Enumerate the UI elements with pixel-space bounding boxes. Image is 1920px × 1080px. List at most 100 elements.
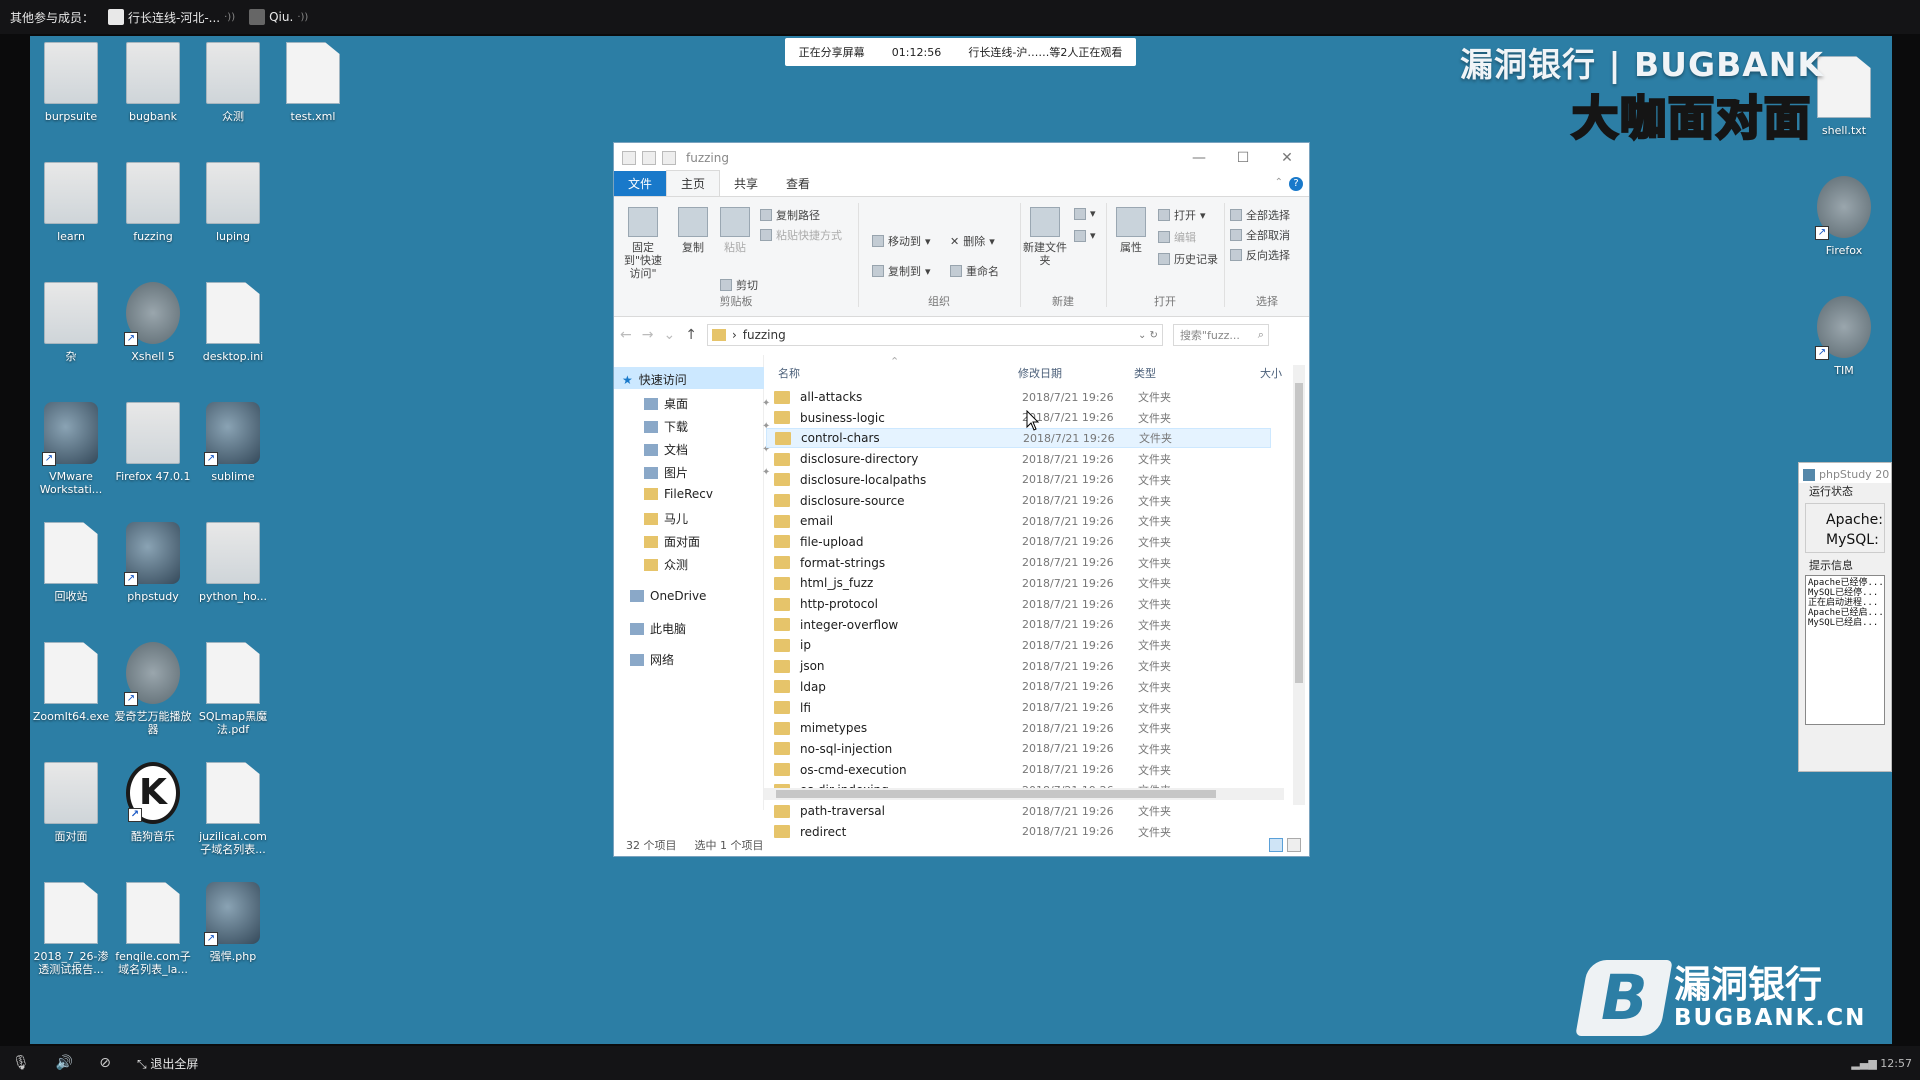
up-arrow-icon[interactable]: ↑ — [685, 327, 697, 343]
desktop-icon-item[interactable]: Firefox 47.0.1 — [114, 402, 192, 483]
nav-zhongce[interactable]: 众测 — [644, 556, 688, 573]
scroll-thumb[interactable] — [1295, 383, 1303, 683]
desktop-icon-item[interactable]: ↗ TIM — [1805, 296, 1883, 377]
file-row[interactable]: html_js_fuzz 2018/7/21 19:26 文件夹 — [766, 573, 1271, 593]
file-row[interactable]: http-protocol 2018/7/21 19:26 文件夹 — [766, 594, 1271, 614]
nav-filerecv[interactable]: FileRecv — [644, 487, 713, 501]
file-row[interactable]: no-sql-injection 2018/7/21 19:26 文件夹 — [766, 739, 1271, 759]
desktop-icon-item[interactable]: 面对面 — [32, 762, 110, 843]
chevron-down-icon[interactable]: ⌄ ↻ — [1138, 330, 1162, 341]
horizontal-scrollbar[interactable] — [764, 788, 1284, 800]
desktop-icon-item[interactable]: ZoomIt64.exe — [32, 642, 110, 723]
file-row[interactable]: disclosure-directory 2018/7/21 19:26 文件夹 — [766, 449, 1271, 469]
tab-file[interactable]: 文件 — [614, 171, 667, 196]
scroll-thumb[interactable] — [776, 790, 1216, 798]
desktop-icon-item[interactable]: python_ho... — [194, 522, 272, 603]
file-row[interactable]: json 2018/7/21 19:26 文件夹 — [766, 656, 1271, 676]
nav-downloads[interactable]: 下载 ✦ — [644, 418, 770, 435]
file-row[interactable]: email 2018/7/21 19:26 文件夹 — [766, 511, 1271, 531]
chevron-up-icon[interactable]: ⌃ — [1275, 177, 1283, 188]
desktop-icon-item[interactable]: ↗ Xshell 5 — [114, 282, 192, 363]
desktop-icon-item[interactable]: 杂 — [32, 282, 110, 363]
desktop-icon-item[interactable]: bugbank — [114, 42, 192, 123]
address-input[interactable]: › fuzzing ⌄ ↻ — [706, 324, 1163, 346]
vertical-scrollbar[interactable] — [1293, 365, 1305, 805]
explorer-titlebar[interactable]: fuzzing — ☐ ✕ — [614, 143, 1309, 173]
tab-share[interactable]: 共享 — [720, 171, 772, 196]
phpstudy-titlebar[interactable]: phpStudy 20 — [1799, 463, 1891, 483]
forward-arrow-icon[interactable]: → — [642, 327, 654, 343]
member-item[interactable]: Qiu. ·)) — [249, 9, 308, 25]
desktop-icon-item[interactable]: learn — [32, 162, 110, 243]
file-row[interactable]: file-upload 2018/7/21 19:26 文件夹 — [766, 532, 1271, 552]
desktop-icon-item[interactable]: 众测 — [194, 42, 272, 123]
desktop-icon-item[interactable]: fuzzing — [114, 162, 192, 243]
file-row[interactable]: business-logic 2018/7/21 19:26 文件夹 — [766, 408, 1271, 428]
desktop-icon-item[interactable]: 2018_7_26-渗透测试报告... — [32, 882, 110, 976]
desktop-icon-item[interactable]: K ↗ 酷狗音乐 — [114, 762, 192, 843]
desktop-icon-item[interactable]: ↗ 爱奇艺万能播放器 — [114, 642, 192, 736]
column-header-name[interactable]: 名称 — [778, 365, 800, 381]
column-header-size[interactable]: 大小 — [1260, 365, 1282, 381]
desktop-icon-item[interactable]: ↗ sublime — [194, 402, 272, 483]
large-icons-view-icon[interactable] — [1287, 838, 1301, 852]
nav-mianduimian[interactable]: 面对面 — [644, 533, 700, 550]
desktop-icon-item[interactable]: burpsuite — [32, 42, 110, 123]
desktop-icon-item[interactable]: ↗ VMware Workstati... — [32, 402, 110, 496]
desktop-icon-item[interactable]: fenqile.com子域名列表_la... — [114, 882, 192, 976]
nav-desktop[interactable]: 桌面 ✦ — [644, 395, 770, 412]
nav-this-pc[interactable]: 此电脑 — [630, 620, 686, 637]
file-row[interactable]: disclosure-localpaths 2018/7/21 19:26 文件夹 — [766, 470, 1271, 490]
desktop-icon-item[interactable]: test.xml — [274, 42, 352, 123]
desktop-icon-item[interactable]: desktop.ini — [194, 282, 272, 363]
desktop-icon-item[interactable]: 回收站 — [32, 522, 110, 603]
exit-fullscreen-button[interactable]: ⤡ 退出全屏 — [137, 1055, 198, 1072]
desktop-icon-item[interactable]: juzilicai.com子域名列表... — [194, 762, 272, 856]
new-folder-quick-icon[interactable] — [662, 151, 676, 165]
nav-network[interactable]: 网络 — [630, 651, 674, 668]
search-input[interactable]: 搜索"fuzz... ⌕ — [1172, 324, 1269, 346]
desktop-icon-item[interactable]: luping — [194, 162, 272, 243]
minimize-button[interactable]: — — [1177, 150, 1221, 166]
desktop-icon-item[interactable]: ↗ Firefox — [1805, 176, 1883, 257]
file-explorer-window[interactable]: fuzzing — ☐ ✕ 文件 主页 共享 查看 ⌃ ? 固定到"快速访问" … — [613, 142, 1310, 857]
file-row[interactable]: disclosure-source 2018/7/21 19:26 文件夹 — [766, 491, 1271, 511]
nav-documents[interactable]: 文档 ✦ — [644, 441, 770, 458]
camera-off-icon[interactable]: ⊘ — [99, 1055, 111, 1071]
phpstudy-window[interactable]: phpStudy 20 运行状态 Apache: MySQL: 提示信息 Apa… — [1798, 462, 1892, 772]
breadcrumb-fuzzing[interactable]: fuzzing — [743, 328, 786, 342]
file-row[interactable]: path-traversal 2018/7/21 19:26 文件夹 — [766, 801, 1271, 821]
recent-chevron-icon[interactable]: ⌄ — [663, 327, 675, 343]
nav-onedrive[interactable]: OneDrive — [630, 589, 706, 603]
tab-view[interactable]: 查看 — [772, 171, 824, 196]
microphone-off-icon[interactable]: 🎙 — [12, 1055, 30, 1071]
column-header-type[interactable]: 类型 — [1134, 365, 1156, 381]
log-textbox[interactable]: Apache已经停... MySQL已经停... 正在启动进程... Apach… — [1805, 575, 1885, 725]
nav-quick-access[interactable]: ★ 快速访问 — [622, 371, 687, 388]
file-row[interactable]: control-chars 2018/7/21 19:26 文件夹 — [766, 428, 1271, 449]
screen-share-status[interactable]: 正在分享屏幕 01:12:56 行长连线-沪……等2人正在观看 — [785, 38, 1136, 66]
file-row[interactable]: format-strings 2018/7/21 19:26 文件夹 — [766, 553, 1271, 573]
back-arrow-icon[interactable]: ← — [620, 327, 632, 343]
details-view-icon[interactable] — [1269, 838, 1283, 852]
file-row[interactable]: all-attacks 2018/7/21 19:26 文件夹 — [766, 387, 1271, 407]
column-header-date[interactable]: 修改日期 — [1018, 365, 1062, 381]
desktop-icon-item[interactable]: SQLmap黑魔法.pdf — [194, 642, 272, 736]
properties-quick-icon[interactable] — [642, 151, 656, 165]
nav-pictures[interactable]: 图片 ✦ — [644, 464, 770, 481]
desktop-icon-item[interactable]: ↗ 强悍.php — [194, 882, 272, 963]
file-row[interactable]: mimetypes 2018/7/21 19:26 文件夹 — [766, 718, 1271, 738]
close-button[interactable]: ✕ — [1265, 150, 1309, 166]
speaker-icon[interactable]: 🔊 — [56, 1055, 73, 1071]
tab-home[interactable]: 主页 — [666, 170, 721, 196]
file-row[interactable]: ip 2018/7/21 19:26 文件夹 — [766, 635, 1271, 655]
file-row[interactable]: integer-overflow 2018/7/21 19:26 文件夹 — [766, 615, 1271, 635]
nav-maer[interactable]: 马儿 — [644, 510, 688, 527]
file-row[interactable]: ldap 2018/7/21 19:26 文件夹 — [766, 677, 1271, 697]
desktop-icon-item[interactable]: ↗ phpstudy — [114, 522, 192, 603]
file-row[interactable]: os-cmd-execution 2018/7/21 19:26 文件夹 — [766, 760, 1271, 780]
maximize-button[interactable]: ☐ — [1221, 150, 1265, 166]
member-item[interactable]: 行长连线-河北-... ·)) — [108, 9, 235, 26]
help-icon[interactable]: ? — [1289, 177, 1303, 191]
file-row[interactable]: lfi 2018/7/21 19:26 文件夹 — [766, 698, 1271, 718]
